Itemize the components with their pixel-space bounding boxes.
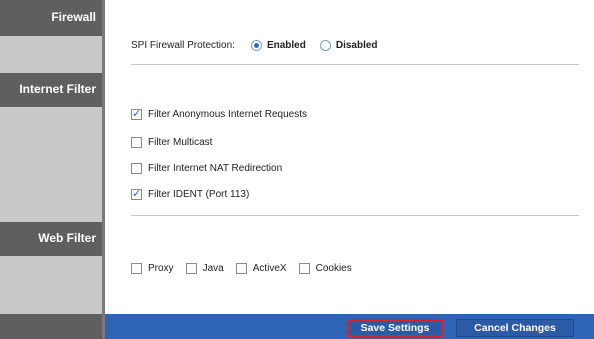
spi-firewall-row: SPI Firewall Protection: Enabled Disable… <box>131 40 392 51</box>
activex-label[interactable]: ActiveX <box>253 263 287 274</box>
web-filter-row: Proxy Java ActiveX Cookies <box>131 263 352 274</box>
cookies-checkbox[interactable] <box>298 263 310 274</box>
footer-left <box>0 314 102 339</box>
filter-anonymous-label[interactable]: Filter Anonymous Internet Requests <box>148 109 307 120</box>
save-settings-button[interactable]: Save Settings <box>347 319 443 337</box>
filter-ident-label[interactable]: Filter IDENT (Port 113) <box>148 189 249 200</box>
footer-actions: Save Settings Cancel Changes <box>105 314 594 339</box>
java-checkbox[interactable] <box>185 263 197 274</box>
footer-bar: Save Settings Cancel Changes <box>0 314 594 339</box>
filter-nat-checkbox[interactable] <box>131 163 142 174</box>
filter-ident-row: Filter IDENT (Port 113) <box>131 187 249 200</box>
activex-checkbox[interactable] <box>235 263 247 274</box>
sidebar <box>0 0 102 314</box>
filter-multicast-label[interactable]: Filter Multicast <box>148 137 212 148</box>
spi-enabled-label[interactable]: Enabled <box>267 40 306 51</box>
proxy-label[interactable]: Proxy <box>148 263 174 274</box>
section-header-web-filter: Web Filter <box>0 222 102 256</box>
spi-disabled-label[interactable]: Disabled <box>336 40 378 51</box>
spi-disabled-radio[interactable] <box>319 40 331 51</box>
section-header-firewall: Firewall <box>0 0 102 36</box>
section-separator <box>131 64 579 65</box>
filter-multicast-checkbox[interactable] <box>131 137 142 148</box>
spi-firewall-label: SPI Firewall Protection: <box>131 40 235 51</box>
main-content: SPI Firewall Protection: Enabled Disable… <box>105 0 594 314</box>
section-separator <box>131 215 579 216</box>
spi-enabled-radio[interactable] <box>250 40 262 51</box>
cookies-label[interactable]: Cookies <box>316 263 352 274</box>
filter-multicast-row: Filter Multicast <box>131 137 212 148</box>
filter-ident-checkbox[interactable] <box>131 187 142 200</box>
java-label[interactable]: Java <box>203 263 224 274</box>
filter-anonymous-row: Filter Anonymous Internet Requests <box>131 107 307 120</box>
filter-nat-label[interactable]: Filter Internet NAT Redirection <box>148 163 282 174</box>
section-header-internet-filter: Internet Filter <box>0 73 102 107</box>
filter-nat-row: Filter Internet NAT Redirection <box>131 163 282 174</box>
proxy-checkbox[interactable] <box>131 263 142 274</box>
cancel-changes-button[interactable]: Cancel Changes <box>456 319 574 337</box>
filter-anonymous-checkbox[interactable] <box>131 107 142 120</box>
